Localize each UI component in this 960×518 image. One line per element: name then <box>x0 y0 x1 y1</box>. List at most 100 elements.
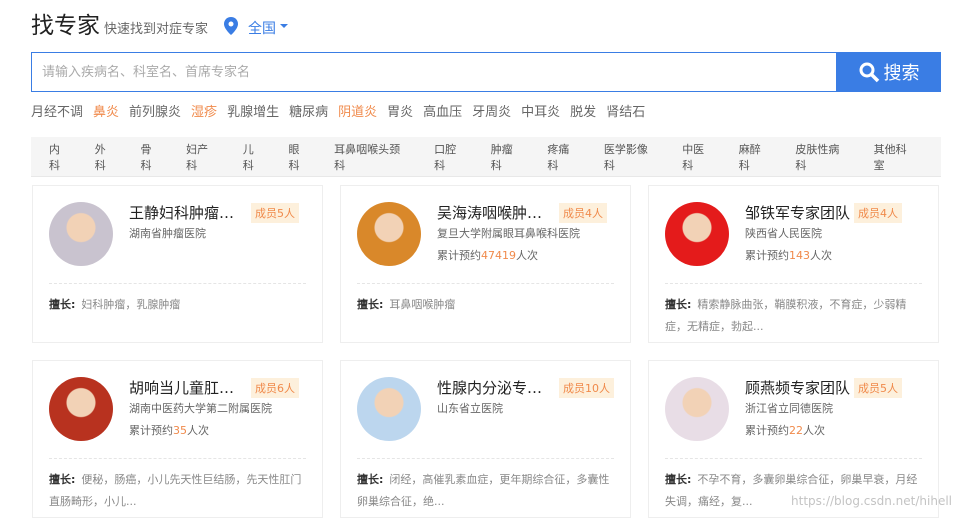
team-name[interactable]: 邹铁军专家团队 <box>745 202 850 223</box>
specialty: 擅长: 闭经，高催乳素血症，更年期综合征，多囊性卵巢综合征，绝... <box>357 469 616 513</box>
department-link[interactable]: 医学影像科 <box>604 141 658 173</box>
hot-tag[interactable]: 中耳炎 <box>521 101 560 120</box>
specialty-label: 擅长: <box>357 298 384 311</box>
hot-tag[interactable]: 脱发 <box>570 101 596 120</box>
specialty-label: 擅长: <box>357 473 384 486</box>
booking-count: 累计预约143人次 <box>745 247 832 263</box>
member-badge: 成员5人 <box>251 202 299 223</box>
team-name[interactable]: 王静妇科肿瘤专家团队 <box>129 202 247 223</box>
avatar[interactable] <box>357 202 421 266</box>
divider <box>665 283 922 284</box>
divider <box>665 458 922 459</box>
hot-tag[interactable]: 肾结石 <box>606 101 645 120</box>
booking-count: 累计预约22人次 <box>745 422 825 438</box>
booking-suffix: 人次 <box>803 424 825 437</box>
hospital: 山东省立医院 <box>437 402 503 415</box>
expert-card[interactable]: 吴海涛咽喉肿瘤专家团队成员4人 复旦大学附属眼耳鼻喉科医院 累计预约47419人… <box>340 185 631 343</box>
team-name-row: 吴海涛咽喉肿瘤专家团队成员4人 <box>437 202 607 223</box>
department-link[interactable]: 中医科 <box>682 141 715 173</box>
hot-tag[interactable]: 湿疹 <box>191 101 217 120</box>
search-input[interactable] <box>31 52 836 92</box>
search-button-label: 搜索 <box>883 63 920 84</box>
avatar[interactable] <box>49 202 113 266</box>
hot-tag[interactable]: 鼻炎 <box>93 101 119 120</box>
department-link[interactable]: 其他科室 <box>874 141 917 173</box>
department-link[interactable]: 肿瘤科 <box>491 141 524 173</box>
booking-count: 累计预约35人次 <box>129 422 209 438</box>
specialty-label: 擅长: <box>49 298 76 311</box>
hot-tag[interactable]: 乳腺增生 <box>227 101 279 120</box>
hot-tag[interactable]: 糖尿病 <box>289 101 328 120</box>
avatar[interactable] <box>357 377 421 441</box>
specialty: 擅长: 便秘，肠癌，小儿先天性巨结肠，先天性肛门直肠畸形，小儿... <box>49 469 308 513</box>
location-pin-icon <box>224 17 239 35</box>
chevron-down-icon <box>280 24 289 32</box>
department-link[interactable]: 疼痛科 <box>547 141 580 173</box>
specialty-text: 闭经，高催乳素血症，更年期综合征，多囊性卵巢综合征，绝... <box>357 473 610 508</box>
hot-tags: 月经不调 鼻炎 前列腺炎 湿疹 乳腺增生 糖尿病 阴道炎 胃炎 高血压 牙周炎 中耳炎 脱发 肾结石 <box>31 101 645 120</box>
member-badge: 成员5人 <box>854 377 903 398</box>
expert-card[interactable]: 胡响当儿童肛肠专家团队成员6人 湖南中医药大学第二附属医院 累计预约35人次 擅… <box>32 360 323 518</box>
divider <box>357 458 614 459</box>
department-link[interactable]: 皮肤性病科 <box>795 141 849 173</box>
divider <box>49 283 306 284</box>
department-bar: 内科 外科 骨科 妇产科 儿科 眼科 耳鼻咽喉头颈科 口腔科 肿瘤科 疼痛科 医学影像科 中医科 麻醉科… <box>31 137 941 177</box>
department-link[interactable]: 妇产科 <box>186 141 219 173</box>
specialty: 擅长: 精索静脉曲张，鞘膜积液，不育症，少弱精症，无精症，勃起... <box>665 294 924 338</box>
team-name[interactable]: 性腺内分泌专家团队 <box>437 377 555 398</box>
region-dropdown[interactable]: 全国 <box>248 18 289 38</box>
member-badge: 成员4人 <box>559 202 607 223</box>
department-link[interactable]: 眼科 <box>288 141 310 173</box>
page-title: 找专家 <box>31 13 100 39</box>
avatar[interactable] <box>49 377 113 441</box>
department-link[interactable]: 口腔科 <box>434 141 467 173</box>
page-subtitle: 快速找到对症专家 <box>104 22 209 37</box>
booking-prefix: 累计预约 <box>745 249 789 262</box>
search-bar: 搜索 <box>31 52 941 92</box>
department-link[interactable]: 麻醉科 <box>739 141 772 173</box>
avatar[interactable] <box>665 202 729 266</box>
hot-tag[interactable]: 胃炎 <box>387 101 413 120</box>
specialty-text: 精索静脉曲张，鞘膜积液，不育症，少弱精症，无精症，勃起... <box>665 298 907 333</box>
specialty-label: 擅长: <box>665 473 692 486</box>
hospital: 浙江省立同德医院 <box>745 402 833 415</box>
hospital: 湖南省肿瘤医院 <box>129 227 206 240</box>
region-label: 全国 <box>248 21 277 37</box>
hot-tag[interactable]: 阴道炎 <box>338 101 377 120</box>
department-link[interactable]: 儿科 <box>243 141 265 173</box>
team-name[interactable]: 吴海涛咽喉肿瘤专家团队 <box>437 202 555 223</box>
expert-card[interactable]: 王静妇科肿瘤专家团队成员5人 湖南省肿瘤医院 擅长: 妇科肿瘤，乳腺肿瘤 <box>32 185 323 343</box>
booking-suffix: 人次 <box>516 249 538 262</box>
hospital: 陕西省人民医院 <box>745 227 822 240</box>
search-icon <box>859 62 879 83</box>
specialty: 擅长: 耳鼻咽喉肿瘤 <box>357 294 616 316</box>
search-button[interactable]: 搜索 <box>836 52 941 92</box>
expert-card[interactable]: 性腺内分泌专家团队成员10人 山东省立医院 擅长:闭经，高催乳素血症，更年期综合… <box>340 360 631 518</box>
team-name[interactable]: 顾燕频专家团队 <box>745 377 850 398</box>
divider <box>357 283 614 284</box>
booking-number: 35 <box>173 424 187 437</box>
hot-tag[interactable]: 前列腺炎 <box>129 101 181 120</box>
member-badge: 成员10人 <box>559 377 614 398</box>
hospital: 复旦大学附属眼耳鼻喉科医院 <box>437 227 580 240</box>
booking-prefix: 累计预约 <box>437 249 481 262</box>
team-name[interactable]: 胡响当儿童肛肠专家团队 <box>129 377 247 398</box>
hot-tag[interactable]: 高血压 <box>423 101 462 120</box>
expert-card[interactable]: 邹铁军专家团队 成员4人 陕西省人民医院 累计预约143人次 擅长: 精索静脉曲张，… <box>648 185 939 343</box>
specialty-text: 耳鼻咽喉肿瘤 <box>389 298 456 311</box>
specialty-text: 妇科肿瘤，乳腺肿瘤 <box>81 298 181 311</box>
avatar[interactable] <box>665 377 729 441</box>
booking-number: 143 <box>789 249 810 262</box>
hot-tag[interactable]: 月经不调 <box>31 101 83 120</box>
booking-suffix: 人次 <box>810 249 832 262</box>
hot-tag[interactable]: 牙周炎 <box>472 101 511 120</box>
team-name-row: 顾燕频专家团队 成员5人 <box>745 377 903 398</box>
booking-prefix: 累计预约 <box>129 424 173 437</box>
team-name-row: 邹铁军专家团队 成员4人 <box>745 202 903 223</box>
department-link[interactable]: 骨科 <box>140 141 162 173</box>
department-link[interactable]: 内科 <box>49 141 71 173</box>
department-link[interactable]: 外科 <box>95 141 117 173</box>
department-link[interactable]: 耳鼻咽喉头颈科 <box>334 141 410 173</box>
booking-number: 22 <box>789 424 803 437</box>
booking-count: 累计预约47419人次 <box>437 247 538 263</box>
